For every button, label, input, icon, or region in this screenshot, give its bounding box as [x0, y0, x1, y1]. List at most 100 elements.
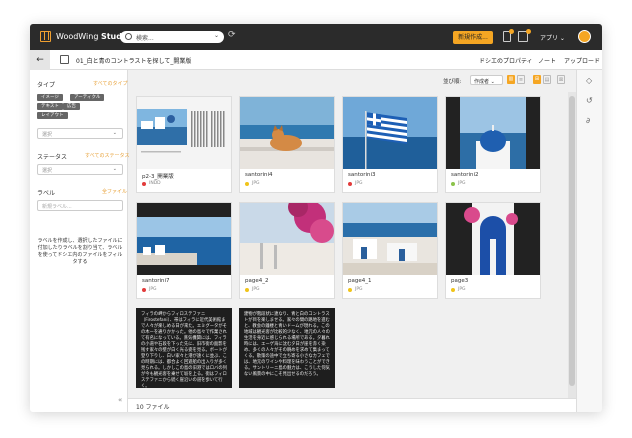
file-type-label: JPG — [149, 287, 157, 292]
all-files-link[interactable]: 全ファイル — [102, 188, 127, 195]
sort-value: 作成者 — [474, 79, 490, 85]
breadcrumb: 01_白と青のコントラストを探して_開業版 — [76, 58, 192, 65]
upload-button[interactable]: アップロード — [564, 56, 600, 65]
file-thumbnail — [240, 97, 334, 169]
filter-sidebar: タイプ すべてのタイプ イメージ アーティクル テキスト 広告 レイアウト 選択… — [30, 70, 129, 412]
file-card[interactable]: santorini7 JPG — [136, 202, 232, 299]
grid-view-button[interactable]: ⊞ — [533, 75, 541, 84]
text-file-preview: 建物が階段状に連なり、青と白のコントラストが目を楽しませる。家々の間の路地を進む… — [244, 312, 330, 377]
file-name: page4_1 — [348, 278, 372, 284]
search-placeholder: 検索... — [136, 35, 154, 42]
back-button[interactable]: ← — [30, 50, 50, 70]
sort-direction-button[interactable]: ≡ — [517, 75, 525, 84]
file-type-label: JPG — [458, 287, 466, 292]
file-type: JPG — [142, 287, 157, 292]
avatar[interactable] — [578, 30, 591, 43]
file-thumbnail — [343, 203, 437, 275]
file-name: santorini7 — [142, 278, 170, 284]
status-dot — [451, 288, 455, 292]
notes-button[interactable]: ノート — [538, 56, 556, 65]
status-footer: 10 ファイル — [128, 398, 576, 412]
search-icon — [125, 33, 132, 40]
sort-order-button[interactable]: ▥ — [507, 75, 515, 84]
file-card[interactable]: p2-3_開業版 INDD — [136, 96, 232, 193]
new-button[interactable]: 新規作成... — [453, 31, 493, 44]
file-count: 10 ファイル — [136, 404, 170, 411]
dossier-properties-button[interactable]: ドシエのプロパティ — [479, 56, 533, 65]
white-houses-image — [343, 203, 437, 275]
type-heading: タイプ — [37, 82, 56, 89]
file-name: santorini4 — [245, 172, 273, 178]
refresh-icon[interactable]: ⟳ — [228, 30, 236, 40]
file-thumbnail — [137, 97, 231, 169]
blue-door-image — [446, 203, 540, 275]
scrollbar-thumb[interactable] — [569, 96, 575, 386]
app-window: WoodWing Studio 検索... ⌄ ⟳ 新規作成... アプリ ⌄ … — [30, 24, 602, 412]
new-label-input[interactable]: 新規ラベル... — [37, 200, 123, 211]
top-bar: WoodWing Studio 検索... ⌄ ⟳ 新規作成... アプリ ⌄ — [30, 24, 602, 50]
attachment-icon[interactable]: ∂ — [586, 116, 590, 125]
file-card[interactable]: page4_2 JPG — [239, 202, 335, 299]
document-icon[interactable] — [503, 29, 514, 42]
scrollbar[interactable] — [568, 92, 576, 398]
file-type: JPG — [451, 287, 466, 292]
file-name: santorini3 — [348, 172, 376, 178]
status-dot — [245, 182, 249, 186]
file-card[interactable]: page4_1 JPG — [342, 202, 438, 299]
file-grid: p2-3_開業版 INDD santorini4 JPG santorini3 … — [128, 92, 568, 398]
file-thumbnail — [446, 97, 540, 169]
right-rail: ◇ ↺ ∂ — [576, 70, 602, 412]
list-view-button[interactable]: ▤ — [543, 75, 551, 84]
tag-layout[interactable]: レイアウト — [37, 112, 68, 119]
tag-ad[interactable]: 広告 — [63, 103, 80, 110]
chevron-down-icon: ⌄ — [112, 130, 117, 136]
label-help-text: ラベルを作成し、選択したファイルに付加したりラベルを割り当て、ラベルを使ってドシ… — [37, 238, 123, 265]
text-file-preview: フィラの岬からフィロステファニ（Firostefani）、帯はフィラに近代美術館… — [141, 312, 227, 388]
status-dot — [348, 182, 352, 186]
all-status-link[interactable]: すべてのステータス — [85, 152, 129, 159]
tag-article[interactable]: アーティクル — [70, 94, 105, 101]
sea-view-image — [137, 203, 231, 275]
chevron-down-icon[interactable]: ⌄ — [214, 32, 219, 39]
notification-badge — [509, 29, 514, 34]
greek-flag-image — [343, 97, 437, 169]
file-thumbnail — [240, 203, 334, 275]
sort-select[interactable]: 作成者 ⌄ — [470, 75, 503, 85]
file-type-label: JPG — [355, 287, 363, 292]
tag-text[interactable]: テキスト — [37, 103, 63, 110]
history-icon[interactable]: ↺ — [586, 96, 593, 105]
file-type-label: JPG — [458, 181, 466, 186]
label-heading: ラベル — [37, 190, 56, 197]
file-card[interactable]: santorini4 JPG — [239, 96, 335, 193]
dossier-icon — [60, 55, 69, 64]
file-type-label: JPG — [252, 181, 260, 186]
tag-icon[interactable]: ◇ — [586, 76, 592, 85]
file-thumbnail — [137, 203, 231, 275]
search-input[interactable]: 検索... ⌄ — [120, 31, 224, 43]
file-card[interactable]: santorini2 JPG — [445, 96, 541, 193]
all-types-link[interactable]: すべてのタイプ — [93, 80, 127, 87]
file-card[interactable]: santorini3 JPG — [342, 96, 438, 193]
text-file-card[interactable]: 建物が階段状に連なり、青と白のコントラストが目を楽しませる。家々の間の路地を進む… — [239, 308, 335, 388]
type-select-value: 選択 — [42, 132, 53, 138]
preview-toggle-button[interactable]: ⊠ — [557, 75, 565, 84]
notification-badge — [526, 29, 531, 34]
file-type: JPG — [348, 287, 363, 292]
status-select-value: 選択 — [42, 168, 53, 174]
file-type: JPG — [245, 287, 260, 292]
file-type: JPG — [245, 181, 260, 186]
file-type-label: JPG — [355, 181, 363, 186]
status-select[interactable]: 選択 ⌄ — [37, 164, 123, 175]
basket-icon[interactable] — [518, 29, 531, 42]
tag-image[interactable]: イメージ — [37, 94, 63, 101]
file-type-label: INDD — [149, 181, 161, 186]
status-dot — [142, 288, 146, 292]
apps-menu[interactable]: アプリ ⌄ — [540, 33, 565, 42]
file-type-label: JPG — [252, 287, 260, 292]
status-dot — [245, 288, 249, 292]
text-file-card[interactable]: フィラの岬からフィロステファニ（Firostefani）、帯はフィラに近代美術館… — [136, 308, 232, 388]
file-card[interactable]: page3 JPG — [445, 202, 541, 299]
type-select[interactable]: 選択 ⌄ — [37, 128, 123, 139]
collapse-sidebar-icon[interactable]: « — [118, 396, 122, 404]
file-type: INDD — [142, 181, 161, 186]
